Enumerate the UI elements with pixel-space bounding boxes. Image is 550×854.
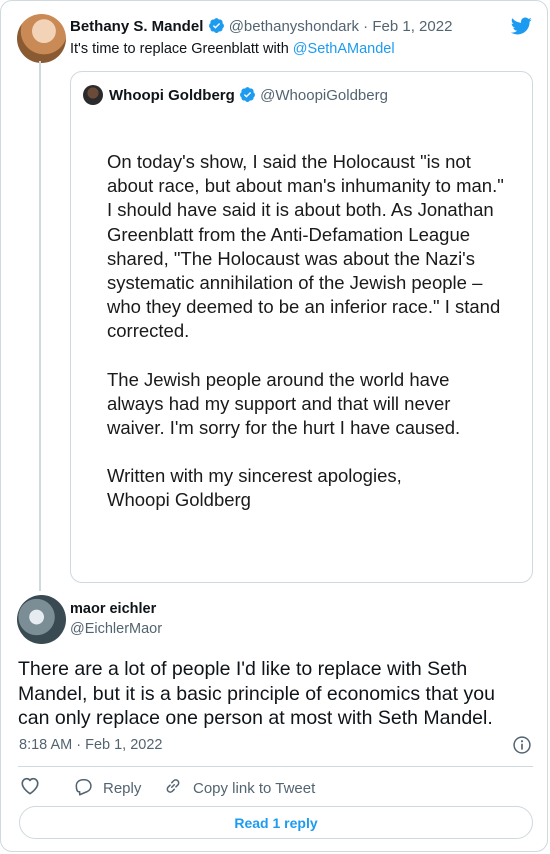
separator-dot: ·	[359, 18, 373, 35]
quoted-handle: @WhoopiGoldberg	[260, 87, 388, 104]
reply-icon	[73, 776, 93, 800]
reply-timestamp[interactable]: 8:18 AM · Feb 1, 2022	[19, 737, 162, 753]
link-icon	[163, 776, 183, 800]
statement-paragraph-1: On today's show, I said the Holocaust "i…	[107, 151, 504, 342]
reply-text: There are a lot of people I'd like to re…	[18, 658, 495, 729]
verified-badge-icon	[239, 86, 256, 107]
copy-link-button[interactable]: Copy link to Tweet	[163, 776, 315, 800]
parent-tweet-text: It's time to replace Greenblatt with @Se…	[70, 41, 395, 57]
statement-paragraph-3: Written with my sincerest apologies, Who…	[107, 465, 402, 511]
reply-label: Reply	[103, 779, 142, 797]
copy-link-label: Copy link to Tweet	[193, 779, 316, 797]
quoted-author-name: Whoopi Goldberg	[109, 87, 235, 104]
statement-paragraph-2: The Jewish people around the world have …	[107, 368, 461, 439]
thread-connector-line	[39, 61, 41, 591]
tweet-embed-card: Bethany S. Mandel @bethanyshondark · Feb…	[0, 0, 548, 852]
parent-text-prefix: It's time to replace Greenblatt with	[70, 41, 293, 57]
bethany-avatar[interactable]	[17, 14, 66, 63]
mention-link[interactable]: @SethAMandel	[293, 41, 395, 57]
maor-avatar[interactable]	[17, 595, 66, 644]
divider	[18, 766, 533, 767]
quoted-statement-image: On today's show, I said the Holocaust "i…	[107, 150, 507, 537]
quoted-tweet-header: Whoopi Goldberg @WhoopiGoldberg	[109, 86, 388, 107]
whoopi-avatar	[83, 85, 103, 105]
parent-tweet-header: Bethany S. Mandel @bethanyshondark · Feb…	[70, 17, 452, 38]
parent-author-name[interactable]: Bethany S. Mandel	[70, 18, 203, 35]
like-button[interactable]	[19, 775, 43, 797]
heart-icon	[21, 777, 39, 795]
reply-author-name[interactable]: maor eichler	[70, 601, 156, 617]
twitter-logo-icon[interactable]	[509, 15, 533, 37]
verified-badge-icon	[208, 17, 225, 38]
parent-date[interactable]: Feb 1, 2022	[372, 18, 452, 35]
reply-button[interactable]: Reply	[73, 776, 141, 800]
parent-handle[interactable]: @bethanyshondark	[229, 18, 359, 35]
read-replies-button[interactable]: Read 1 reply	[19, 806, 533, 839]
info-icon[interactable]	[512, 735, 532, 755]
quoted-tweet[interactable]: Whoopi Goldberg @WhoopiGoldberg On today…	[70, 71, 533, 583]
reply-handle[interactable]: @EichlerMaor	[70, 621, 162, 637]
